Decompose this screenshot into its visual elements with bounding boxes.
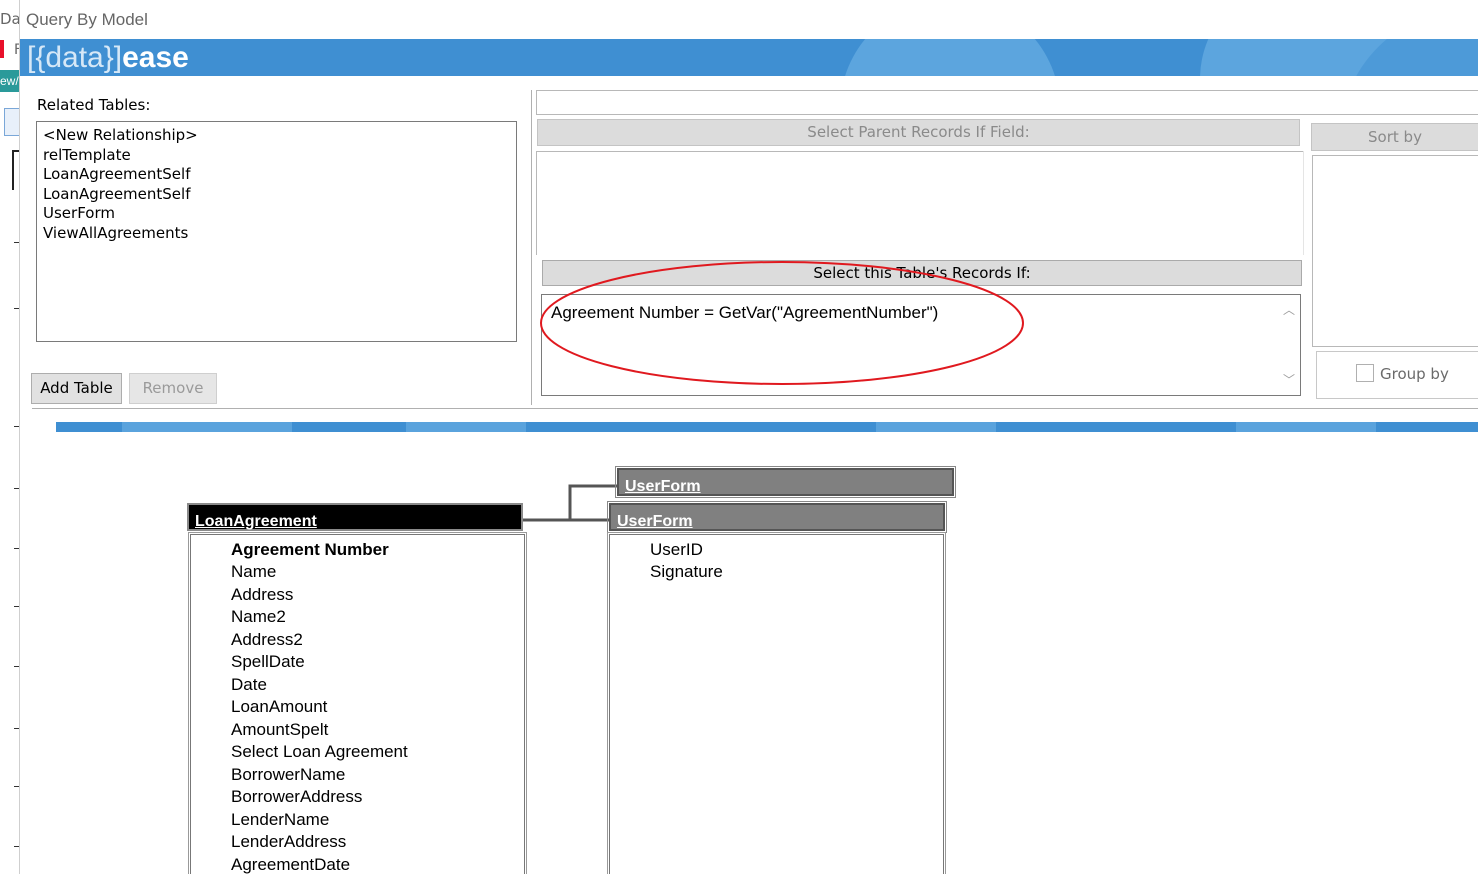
table-field[interactable]: AgreementDate — [231, 855, 350, 874]
background-ruler-bracket — [12, 150, 19, 190]
scroll-down-icon[interactable]: ﹀ — [1283, 371, 1295, 388]
related-table-item[interactable]: <New Relationship> — [43, 126, 516, 146]
userform-table-header[interactable]: UserForm — [607, 501, 947, 533]
related-tables-label: Related Tables: — [37, 96, 151, 114]
table-field[interactable]: Address — [231, 585, 293, 605]
scroll-up-icon[interactable]: ︿ — [1283, 301, 1295, 318]
table-field[interactable]: BorrowerName — [231, 765, 345, 785]
table-field[interactable]: LenderAddress — [231, 832, 346, 852]
query-by-model-window: Query By Model [{data}]ease Related Tabl… — [20, 0, 1478, 874]
background-tab-label: ew/ — [0, 74, 19, 88]
background-app-window: Da F ew/ — [0, 0, 20, 874]
expression-scrollbar[interactable]: ︿ ﹀ — [1278, 295, 1300, 395]
select-table-records-header: Select this Table's Records If: — [542, 260, 1302, 286]
related-table-item[interactable]: relTemplate — [43, 146, 516, 166]
table-field[interactable]: LenderName — [231, 810, 329, 830]
add-table-button[interactable]: Add Table — [31, 373, 122, 404]
table-field[interactable]: Name — [231, 562, 276, 582]
related-tables-list[interactable]: <New Relationship> relTemplate LoanAgree… — [36, 121, 517, 342]
strip-decoration — [406, 422, 526, 432]
banner-decoration — [840, 39, 1060, 76]
select-parent-records-header: Select Parent Records If Field: — [537, 119, 1300, 146]
sort-by-header: Sort by — [1311, 123, 1478, 151]
table-field[interactable]: UserID — [650, 540, 703, 560]
strip-decoration — [876, 422, 996, 432]
related-table-item[interactable]: UserForm — [43, 204, 516, 224]
related-table-item[interactable]: ViewAllAgreements — [43, 224, 516, 244]
table-field[interactable]: BorrowerAddress — [231, 787, 362, 807]
table-field[interactable]: LoanAmount — [231, 697, 327, 717]
background-red-marker — [0, 40, 4, 58]
parent-records-input[interactable] — [536, 151, 1303, 255]
related-table-item[interactable]: LoanAgreementSelf — [43, 185, 516, 205]
remove-button[interactable]: Remove — [129, 373, 217, 404]
section-divider — [32, 408, 1478, 409]
background-title-fragment: Da — [0, 10, 20, 28]
loan-agreement-table-header[interactable]: LoanAgreement — [187, 503, 523, 531]
group-by-label: Group by — [1380, 365, 1449, 383]
related-table-item[interactable]: LoanAgreementSelf — [43, 165, 516, 185]
strip-decoration — [1236, 422, 1376, 432]
dataease-banner: [{data}]ease — [20, 39, 1478, 76]
table-field[interactable]: Address2 — [231, 630, 303, 650]
table-records-expression-input[interactable]: Agreement Number = GetVar("AgreementNumb… — [541, 294, 1301, 396]
table-field[interactable]: Name2 — [231, 607, 286, 627]
panel-divider — [531, 90, 532, 405]
loan-agreement-field-list[interactable]: Agreement Number Name Address Name2 Addr… — [188, 532, 527, 874]
table-field[interactable]: AmountSpelt — [231, 720, 328, 740]
background-toolbar-icon[interactable] — [4, 108, 19, 136]
panel-edge — [1303, 151, 1304, 255]
table-field[interactable]: Signature — [650, 562, 723, 582]
group-by-checkbox[interactable] — [1356, 364, 1374, 382]
field-selector[interactable] — [536, 90, 1478, 115]
userform-table-header[interactable]: UserForm — [615, 466, 956, 498]
window-title: Query By Model — [26, 10, 148, 29]
userform-field-list[interactable]: UserID Signature — [607, 532, 946, 874]
group-by-panel: Group by — [1316, 351, 1478, 399]
expression-text: Agreement Number = GetVar("AgreementNumb… — [551, 303, 939, 322]
table-field[interactable]: Select Loan Agreement — [231, 742, 408, 762]
table-field[interactable]: Date — [231, 675, 267, 695]
sort-by-list[interactable] — [1312, 155, 1478, 347]
diagram-banner-strip — [56, 422, 1478, 432]
background-tab[interactable]: ew/ — [0, 70, 19, 92]
strip-decoration — [122, 422, 292, 432]
table-field-key[interactable]: Agreement Number — [231, 540, 389, 560]
table-field[interactable]: SpellDate — [231, 652, 305, 672]
dataease-logo: [{data}]ease — [27, 41, 189, 74]
